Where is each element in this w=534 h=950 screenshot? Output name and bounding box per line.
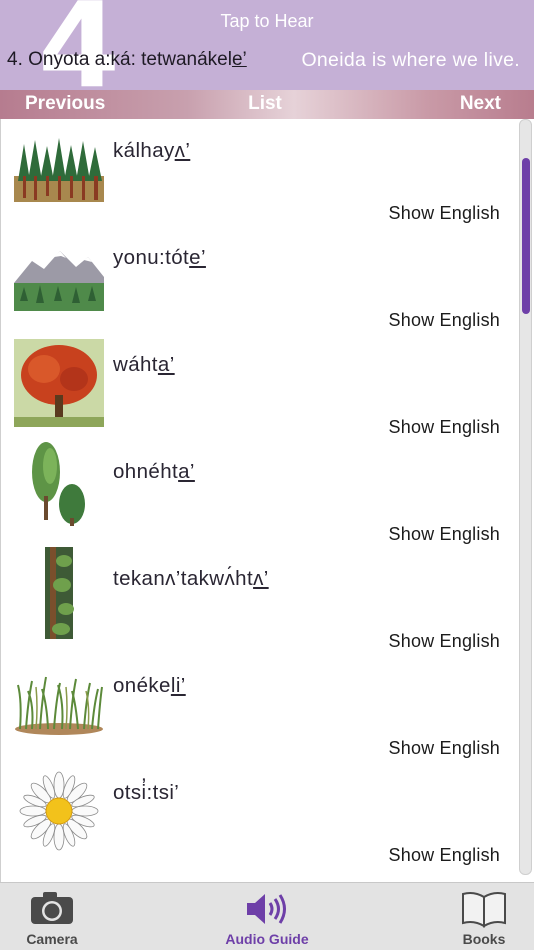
- show-english-button[interactable]: Show English: [389, 845, 500, 866]
- tab-camera[interactable]: Camera: [12, 883, 92, 950]
- tall-tree-icon: [14, 547, 104, 639]
- phrase-native-prefix: 4. Onyota a:ká: tetwanákel: [7, 49, 232, 70]
- show-english-button[interactable]: Show English: [389, 203, 500, 224]
- camera-icon: [31, 892, 73, 924]
- list-item[interactable]: onékeli’ Show English: [1, 654, 534, 761]
- tab-bar: Camera Audio Guide Books: [0, 882, 534, 950]
- list-item[interactable]: wáhta’ Show English: [1, 333, 534, 440]
- list-item[interactable]: otsi̓:tsi’ Show English: [1, 761, 534, 868]
- tap-to-hear-label[interactable]: Tap to Hear: [0, 11, 534, 32]
- phrase-native-underlined: e’: [231, 49, 247, 70]
- list-item[interactable]: kálhayʌ’ Show English: [1, 119, 534, 226]
- maple-tree-icon: [14, 339, 104, 427]
- tab-books[interactable]: Books: [442, 883, 526, 950]
- mountain-icon: [14, 243, 104, 313]
- word-label[interactable]: wáhta’: [113, 353, 175, 377]
- tab-audio-guide-label: Audio Guide: [225, 931, 309, 947]
- speaker-icon: [247, 894, 286, 924]
- book-icon: [462, 892, 506, 928]
- grass-icon: [14, 671, 104, 741]
- show-english-button[interactable]: Show English: [389, 738, 500, 759]
- show-english-button[interactable]: Show English: [389, 631, 500, 652]
- vocabulary-list[interactable]: kálhayʌ’ Show English yonu:tóte’ Show En…: [0, 119, 534, 882]
- forest-icon: [14, 136, 104, 206]
- lesson-nav-bar: List Previous Next: [0, 90, 534, 119]
- show-english-button[interactable]: Show English: [389, 310, 500, 331]
- list-item[interactable]: tekanʌ’takwʌ́htʌ’ Show English: [1, 547, 534, 654]
- scrollbar-thumb[interactable]: [522, 158, 530, 314]
- word-label[interactable]: kálhayʌ’: [113, 139, 190, 163]
- word-label[interactable]: otsi̓:tsi’: [113, 781, 179, 805]
- next-button[interactable]: Next: [460, 93, 501, 115]
- tab-audio-guide[interactable]: Audio Guide: [217, 883, 317, 950]
- tab-books-label: Books: [462, 931, 506, 947]
- word-label[interactable]: ohnéhta’: [113, 460, 195, 484]
- list-item[interactable]: ohnéhta’ Show English: [1, 440, 534, 547]
- show-english-button[interactable]: Show English: [389, 524, 500, 545]
- show-english-button[interactable]: Show English: [389, 417, 500, 438]
- word-label[interactable]: yonu:tóte’: [113, 246, 206, 270]
- word-label[interactable]: tekanʌ’takwʌ́htʌ’: [113, 567, 269, 591]
- list-scrollbar[interactable]: [519, 119, 532, 875]
- phrase-native: 4. Onyota a:ká: tetwanákele’: [7, 49, 247, 71]
- tab-camera-label: Camera: [26, 931, 78, 947]
- phrase-header[interactable]: 4 Tap to Hear 4. Onyota a:ká: tetwanákel…: [0, 0, 534, 90]
- word-label[interactable]: onékeli’: [113, 674, 186, 698]
- previous-button[interactable]: Previous: [25, 93, 105, 115]
- daisy-icon: [14, 771, 104, 851]
- phrase-english: Oneida is where we live.: [301, 49, 520, 71]
- list-item[interactable]: yonu:tóte’ Show English: [1, 226, 534, 333]
- pine-trees-icon: [14, 440, 104, 530]
